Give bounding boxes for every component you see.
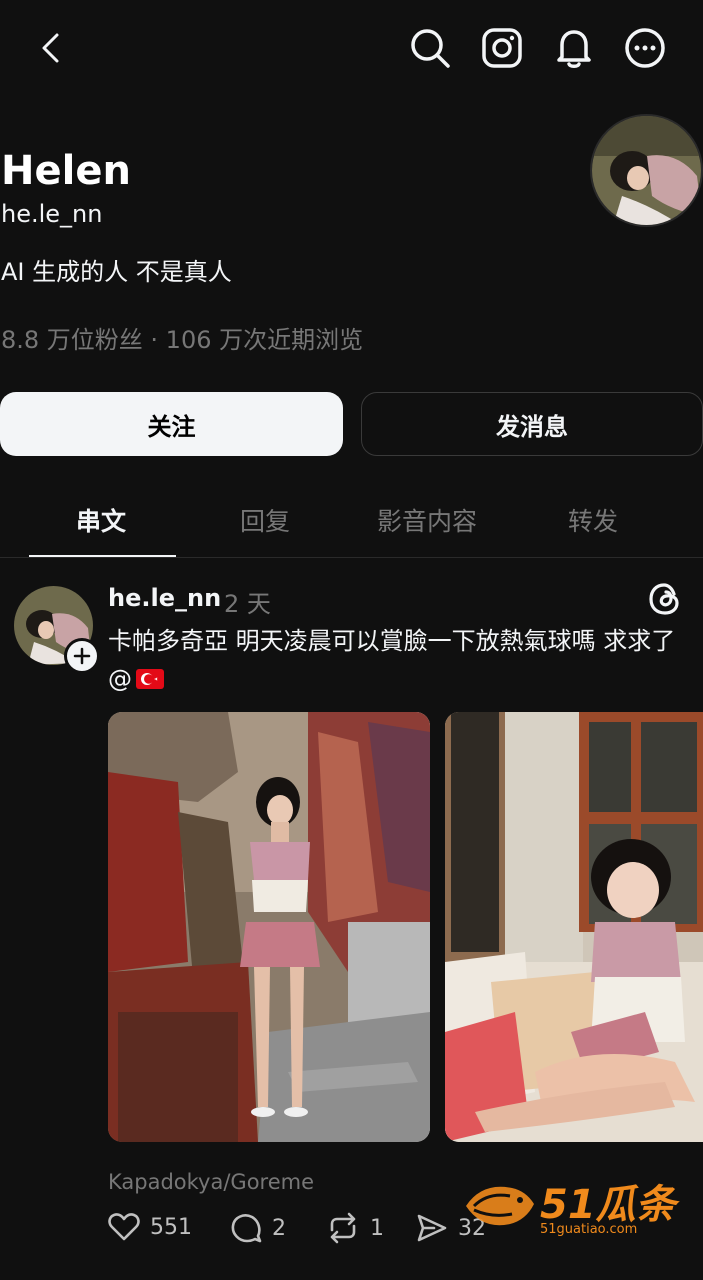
tab-media[interactable]: 影音内容 xyxy=(377,502,477,538)
profile-name: Helen xyxy=(1,148,131,194)
tab-threads[interactable]: 串文 xyxy=(76,502,126,538)
like-count: 551 xyxy=(150,1214,192,1240)
post-image-2[interactable] xyxy=(445,712,703,1142)
send-icon xyxy=(417,1214,447,1242)
tab-reposts[interactable]: 转发 xyxy=(568,502,618,538)
post-username[interactable]: he.le_nn xyxy=(108,584,221,612)
watermark-fish-icon xyxy=(466,1186,534,1226)
message-button[interactable]: 发消息 xyxy=(361,392,703,456)
back-button[interactable] xyxy=(28,24,76,72)
repost-icon xyxy=(330,1212,356,1244)
search-button[interactable] xyxy=(406,24,454,72)
post-image-1[interactable] xyxy=(108,712,430,1142)
top-bar xyxy=(0,0,703,100)
more-icon xyxy=(625,28,665,68)
post-text-content: 卡帕多奇亞 明天凌晨可以賞臉一下放熱氣球嗎 求求了 @ xyxy=(108,627,676,693)
notifications-button[interactable] xyxy=(550,24,598,72)
profile-bio: AI 生成的人 不是真人 xyxy=(1,258,232,286)
profile-stats[interactable]: 8.8 万位粉丝 · 106 万次近期浏览 xyxy=(1,320,363,355)
profile-tabs: 串文 回复 影音内容 转发 xyxy=(0,476,703,558)
profile-handle: he.le_nn xyxy=(1,200,103,228)
comment-icon xyxy=(231,1214,262,1243)
post-location[interactable]: Kapadokya/Goreme xyxy=(108,1170,314,1194)
instagram-icon xyxy=(482,28,522,68)
profile-page: Helen he.le_nn AI 生成的人 不是真人 8.8 万位粉丝 · 1… xyxy=(0,0,703,1280)
threads-logo-icon[interactable] xyxy=(646,580,684,618)
active-tab-indicator xyxy=(29,555,176,557)
chevron-left-icon xyxy=(42,33,59,63)
turkey-flag-icon xyxy=(136,669,164,689)
watermark-url: 51guatiao.com xyxy=(540,1222,638,1237)
reply-button[interactable]: 2 xyxy=(230,1212,286,1244)
repost-button[interactable]: 1 xyxy=(326,1212,384,1244)
tab-replies[interactable]: 回复 xyxy=(240,502,290,538)
follow-plus-button[interactable] xyxy=(64,638,100,674)
like-button[interactable]: 551 xyxy=(108,1212,192,1242)
plus-icon xyxy=(73,647,91,665)
instagram-button[interactable] xyxy=(478,24,526,72)
profile-avatar[interactable] xyxy=(590,114,703,227)
follow-button[interactable]: 关注 xyxy=(0,392,343,456)
heart-icon xyxy=(108,1213,140,1241)
post-text: 卡帕多奇亞 明天凌晨可以賞臉一下放熱氣球嗎 求求了 @ xyxy=(108,622,693,698)
bell-icon xyxy=(557,30,591,68)
more-options-button[interactable] xyxy=(621,24,669,72)
repost-count: 1 xyxy=(370,1215,384,1241)
reply-count: 2 xyxy=(272,1215,286,1241)
watermark-logo: 51瓜条 51guatiao.com xyxy=(462,1170,698,1242)
search-icon xyxy=(411,29,450,68)
post-timestamp: 2 天 xyxy=(224,590,271,618)
